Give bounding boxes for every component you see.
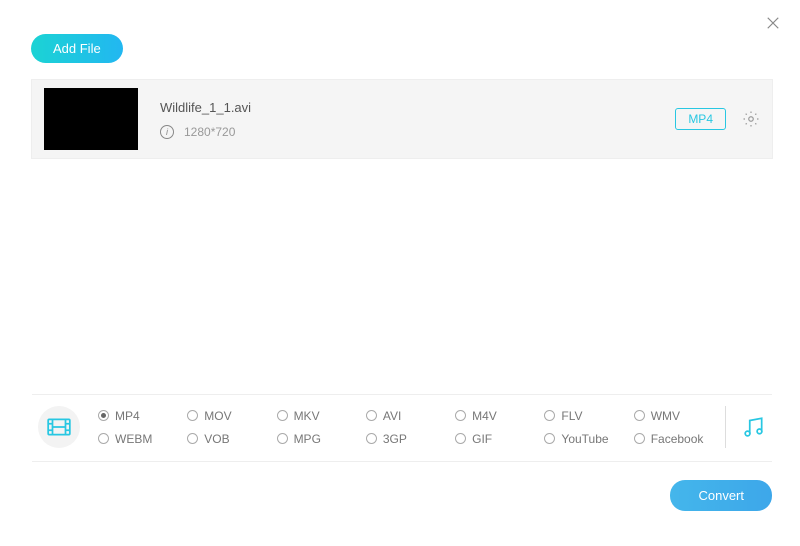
format-label: WEBM	[115, 432, 152, 446]
format-label: 3GP	[383, 432, 407, 446]
format-label: WMV	[651, 409, 680, 423]
radio-icon	[634, 433, 645, 444]
format-option-wmv[interactable]: WMV	[634, 409, 719, 423]
add-file-button[interactable]: Add File	[31, 34, 123, 63]
format-label: Facebook	[651, 432, 704, 446]
radio-icon	[277, 433, 288, 444]
convert-button[interactable]: Convert	[670, 480, 772, 511]
gear-icon[interactable]	[742, 110, 760, 128]
file-meta: i 1280*720	[160, 125, 675, 139]
format-option-3gp[interactable]: 3GP	[366, 432, 451, 446]
format-label: AVI	[383, 409, 401, 423]
video-thumbnail[interactable]	[44, 88, 138, 150]
radio-icon	[187, 433, 198, 444]
file-row: Wildlife_1_1.avi i 1280*720 MP4	[31, 79, 773, 159]
video-category-icon[interactable]	[38, 406, 80, 448]
radio-icon	[98, 433, 109, 444]
radio-icon	[455, 433, 466, 444]
format-label: FLV	[561, 409, 582, 423]
target-format-button[interactable]: MP4	[675, 108, 726, 130]
close-icon[interactable]	[764, 14, 782, 32]
file-name: Wildlife_1_1.avi	[160, 100, 675, 115]
format-label: M4V	[472, 409, 497, 423]
radio-icon	[277, 410, 288, 421]
format-label: GIF	[472, 432, 492, 446]
format-option-mpg[interactable]: MPG	[277, 432, 362, 446]
format-label: MKV	[294, 409, 320, 423]
radio-icon	[366, 410, 377, 421]
format-label: MPG	[294, 432, 321, 446]
format-option-vob[interactable]: VOB	[187, 432, 272, 446]
format-label: YouTube	[561, 432, 608, 446]
format-option-gif[interactable]: GIF	[455, 432, 540, 446]
format-option-webm[interactable]: WEBM	[98, 432, 183, 446]
format-option-facebook[interactable]: Facebook	[634, 432, 719, 446]
file-resolution: 1280*720	[184, 125, 235, 139]
format-option-mov[interactable]: MOV	[187, 409, 272, 423]
radio-icon	[366, 433, 377, 444]
format-option-flv[interactable]: FLV	[544, 409, 629, 423]
radio-icon	[455, 410, 466, 421]
format-option-mkv[interactable]: MKV	[277, 409, 362, 423]
formats-grid: MP4 MOV MKV AVI M4V FLV WMV WEBM VOB MPG 3GP GIF You…	[98, 409, 719, 446]
format-label: VOB	[204, 432, 229, 446]
format-option-mp4[interactable]: MP4	[98, 409, 183, 423]
radio-icon	[544, 433, 555, 444]
format-option-youtube[interactable]: YouTube	[544, 432, 629, 446]
radio-icon	[98, 410, 109, 421]
radio-icon	[544, 410, 555, 421]
format-option-m4v[interactable]: M4V	[455, 409, 540, 423]
panel-divider	[725, 406, 726, 448]
format-label: MP4	[115, 409, 140, 423]
format-label: MOV	[204, 409, 231, 423]
audio-category-icon[interactable]	[740, 414, 766, 440]
info-icon[interactable]: i	[160, 125, 174, 139]
radio-icon	[187, 410, 198, 421]
file-info: Wildlife_1_1.avi i 1280*720	[160, 100, 675, 139]
format-option-avi[interactable]: AVI	[366, 409, 451, 423]
radio-icon	[634, 410, 645, 421]
format-panel: MP4 MOV MKV AVI M4V FLV WMV WEBM VOB MPG 3GP GIF You…	[32, 394, 772, 462]
